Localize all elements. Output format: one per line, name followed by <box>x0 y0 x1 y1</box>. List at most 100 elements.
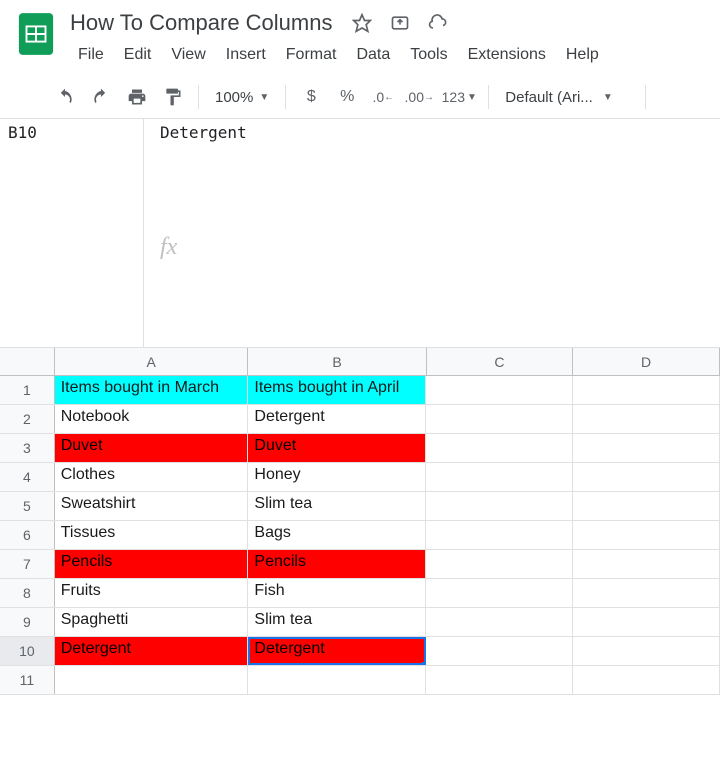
paint-format-button[interactable] <box>156 82 190 112</box>
row-header[interactable]: 3 <box>0 434 55 462</box>
table-row: 1Items bought in MarchItems bought in Ap… <box>0 376 720 405</box>
cell[interactable]: Duvet <box>55 434 249 462</box>
row-header[interactable]: 5 <box>0 492 55 520</box>
cell[interactable]: Clothes <box>55 463 249 491</box>
cell[interactable]: Sweatshirt <box>55 492 249 520</box>
more-formats-button[interactable]: 123▼ <box>438 82 480 112</box>
cell[interactable] <box>426 666 573 694</box>
cell[interactable]: Fruits <box>55 579 249 607</box>
row-header[interactable]: 10 <box>0 637 55 665</box>
currency-button[interactable]: $ <box>294 82 328 112</box>
menu-tools[interactable]: Tools <box>402 42 455 68</box>
row-header[interactable]: 11 <box>0 666 55 694</box>
table-row: 7PencilsPencils <box>0 550 720 579</box>
row-header[interactable]: 8 <box>0 579 55 607</box>
cell[interactable] <box>573 376 720 404</box>
cell[interactable] <box>426 579 573 607</box>
menu-file[interactable]: File <box>70 42 112 68</box>
row-header[interactable]: 2 <box>0 405 55 433</box>
cell[interactable]: Pencils <box>55 550 249 578</box>
font-name: Default (Ari... <box>505 89 593 106</box>
percent-button[interactable]: % <box>330 82 364 112</box>
spreadsheet-grid[interactable]: A B C D 1Items bought in MarchItems boug… <box>0 348 720 695</box>
name-box[interactable]: B10 <box>0 119 143 147</box>
cell[interactable]: Items bought in April <box>248 376 426 404</box>
cell[interactable]: Slim tea <box>248 492 426 520</box>
doc-title[interactable]: How To Compare Columns <box>70 8 332 38</box>
cell[interactable]: Fish <box>248 579 426 607</box>
cell[interactable]: Tissues <box>55 521 249 549</box>
cell[interactable]: Detergent <box>55 637 249 665</box>
col-header-C[interactable]: C <box>427 348 574 375</box>
menu-edit[interactable]: Edit <box>116 42 160 68</box>
col-header-B[interactable]: B <box>248 348 426 375</box>
move-icon[interactable] <box>390 13 410 33</box>
cell[interactable] <box>426 405 573 433</box>
redo-button[interactable] <box>84 82 118 112</box>
col-header-D[interactable]: D <box>573 348 720 375</box>
cell[interactable] <box>426 492 573 520</box>
cell[interactable] <box>426 608 573 636</box>
cell[interactable] <box>426 550 573 578</box>
row-header[interactable]: 6 <box>0 521 55 549</box>
cell[interactable]: Duvet <box>248 434 426 462</box>
menu-bar: File Edit View Insert Format Data Tools … <box>70 42 704 68</box>
cell[interactable] <box>573 405 720 433</box>
sheets-logo[interactable] <box>16 8 56 60</box>
menu-data[interactable]: Data <box>348 42 398 68</box>
fx-label: fx <box>144 147 720 347</box>
cell[interactable]: Notebook <box>55 405 249 433</box>
font-select[interactable]: Default (Ari... ▼ <box>497 89 637 106</box>
col-header-A[interactable]: A <box>55 348 249 375</box>
cell[interactable] <box>248 666 426 694</box>
cell[interactable]: Honey <box>248 463 426 491</box>
cell[interactable]: Detergent <box>248 405 426 433</box>
cell[interactable] <box>573 434 720 462</box>
table-row: 8FruitsFish <box>0 579 720 608</box>
row-header[interactable]: 7 <box>0 550 55 578</box>
cell[interactable] <box>573 637 720 665</box>
menu-insert[interactable]: Insert <box>218 42 274 68</box>
cell[interactable] <box>573 492 720 520</box>
cell[interactable]: Slim tea <box>248 608 426 636</box>
table-row: 4ClothesHoney <box>0 463 720 492</box>
undo-button[interactable] <box>48 82 82 112</box>
header: How To Compare Columns File Edit View In… <box>0 0 720 68</box>
increase-decimal-button[interactable]: .00→ <box>402 82 436 112</box>
menu-view[interactable]: View <box>163 42 213 68</box>
row-header[interactable]: 1 <box>0 376 55 404</box>
cell[interactable] <box>573 666 720 694</box>
table-row: 6TissuesBags <box>0 521 720 550</box>
zoom-select[interactable]: 100% ▼ <box>207 89 277 106</box>
cell[interactable]: Items bought in March <box>55 376 249 404</box>
cell[interactable] <box>426 637 573 665</box>
cell[interactable] <box>573 463 720 491</box>
cell[interactable]: Pencils <box>248 550 426 578</box>
star-icon[interactable] <box>352 13 372 33</box>
formula-bar-area: B10 Detergent fx <box>0 119 720 348</box>
cell[interactable]: Bags <box>248 521 426 549</box>
menu-extensions[interactable]: Extensions <box>460 42 554 68</box>
cell[interactable] <box>573 579 720 607</box>
cell[interactable]: Spaghetti <box>55 608 249 636</box>
cell[interactable] <box>426 463 573 491</box>
row-header[interactable]: 9 <box>0 608 55 636</box>
menu-help[interactable]: Help <box>558 42 607 68</box>
chevron-down-icon: ▼ <box>259 92 269 103</box>
table-row: 3DuvetDuvet <box>0 434 720 463</box>
cloud-icon[interactable] <box>428 13 448 33</box>
cell[interactable] <box>573 521 720 549</box>
cell[interactable] <box>573 608 720 636</box>
cell[interactable] <box>426 434 573 462</box>
decrease-decimal-button[interactable]: .0← <box>366 82 400 112</box>
cell[interactable] <box>426 521 573 549</box>
row-header[interactable]: 4 <box>0 463 55 491</box>
print-button[interactable] <box>120 82 154 112</box>
menu-format[interactable]: Format <box>278 42 345 68</box>
cell[interactable] <box>573 550 720 578</box>
formula-bar[interactable]: Detergent <box>144 119 720 147</box>
select-all-corner[interactable] <box>0 348 55 375</box>
cell[interactable] <box>55 666 249 694</box>
cell[interactable] <box>426 376 573 404</box>
cell[interactable]: Detergent <box>248 637 426 665</box>
